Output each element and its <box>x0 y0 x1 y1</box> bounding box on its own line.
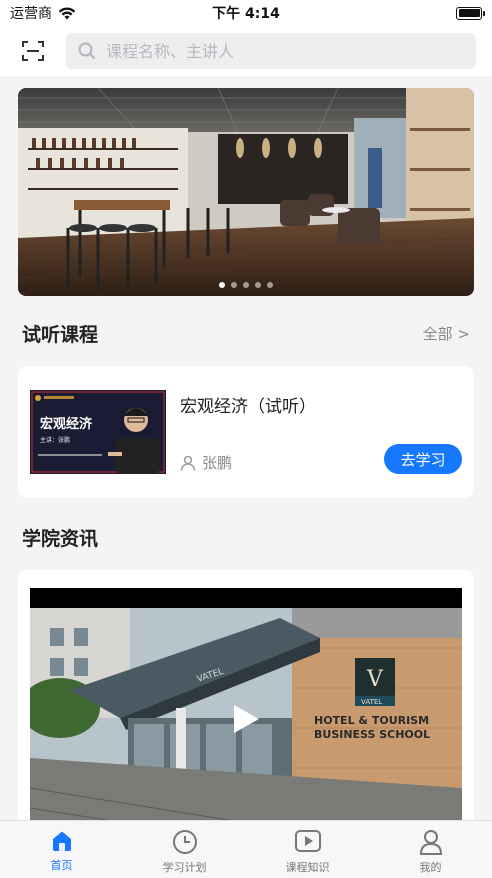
news-section-title: 学院资讯 <box>22 528 99 550</box>
course-thumbnail: 宏观经济 主讲：张鹏 <box>30 390 166 474</box>
home-icon <box>52 831 71 851</box>
banner-dot[interactable] <box>243 282 249 288</box>
course-title[interactable]: 宏观经济（试听） <box>180 392 316 417</box>
play-box-icon <box>294 830 321 852</box>
teacher-name: 张鹏 <box>202 454 233 472</box>
banner-dot[interactable] <box>267 282 273 288</box>
news-video[interactable]: V VATEL HOTEL & TOURISM BUSINESS SCHOOL … <box>30 588 462 830</box>
banner-dot[interactable] <box>219 282 225 288</box>
sign-line-2: BUSINESS SCHOOL <box>314 728 430 741</box>
trial-section-title: 试听课程 <box>22 324 99 346</box>
battery-icon <box>456 6 485 20</box>
home-content: 试听课程 全部 > 宏观经济 主讲：张鹏 宏观经济（试听） 张鹏 去学习 学院资… <box>0 76 492 830</box>
search-bar[interactable] <box>66 33 476 69</box>
clock-time: 下午 4:14 <box>212 6 280 22</box>
banner-carousel[interactable] <box>18 88 474 296</box>
sign-line-1: HOTEL & TOURISM <box>314 714 429 727</box>
thumbnail-title: 宏观经济 <box>40 416 93 432</box>
banner-dot[interactable] <box>231 282 237 288</box>
clock-icon <box>172 830 197 854</box>
scan-button[interactable] <box>16 34 50 68</box>
tab-label: 课程知识 <box>285 861 330 874</box>
user-icon <box>419 830 442 855</box>
search-input[interactable] <box>106 41 464 61</box>
tab-label: 我的 <box>419 861 442 874</box>
header-bar <box>0 26 492 76</box>
news-card[interactable]: V VATEL HOTEL & TOURISM BUSINESS SCHOOL … <box>18 570 474 830</box>
tab-label: 学习计划 <box>162 861 207 874</box>
thumbnail-subtitle: 主讲：张鹏 <box>40 436 70 444</box>
play-icon[interactable] <box>232 704 260 734</box>
banner-dot[interactable] <box>255 282 261 288</box>
logo-letter: V <box>366 667 384 692</box>
bottom-tab-bar: 首页 学习计划 课程知识 我的 <box>0 820 492 878</box>
go-study-button[interactable]: 去学习 <box>384 444 462 474</box>
tab-home[interactable]: 首页 <box>0 821 123 878</box>
tab-study-plan[interactable]: 学习计划 <box>123 821 246 878</box>
logo-text: VATEL <box>361 698 382 706</box>
tab-mine[interactable]: 我的 <box>369 821 492 878</box>
search-icon <box>78 42 96 60</box>
course-teacher: 张鹏 <box>180 452 232 473</box>
banner-pagination <box>219 282 273 288</box>
status-bar: 运营商 下午 4:14 <box>0 0 492 26</box>
tab-label: 首页 <box>50 859 73 872</box>
view-all-link[interactable]: 全部 > <box>423 323 470 344</box>
tab-course-knowledge[interactable]: 课程知识 <box>246 821 369 878</box>
wifi-icon <box>58 7 76 19</box>
scan-icon <box>22 41 44 61</box>
carrier-label: 运营商 <box>10 6 52 22</box>
user-icon <box>180 455 196 471</box>
trial-course-card[interactable]: 宏观经济 主讲：张鹏 宏观经济（试听） 张鹏 去学习 <box>18 366 474 498</box>
banner-image <box>18 88 474 296</box>
